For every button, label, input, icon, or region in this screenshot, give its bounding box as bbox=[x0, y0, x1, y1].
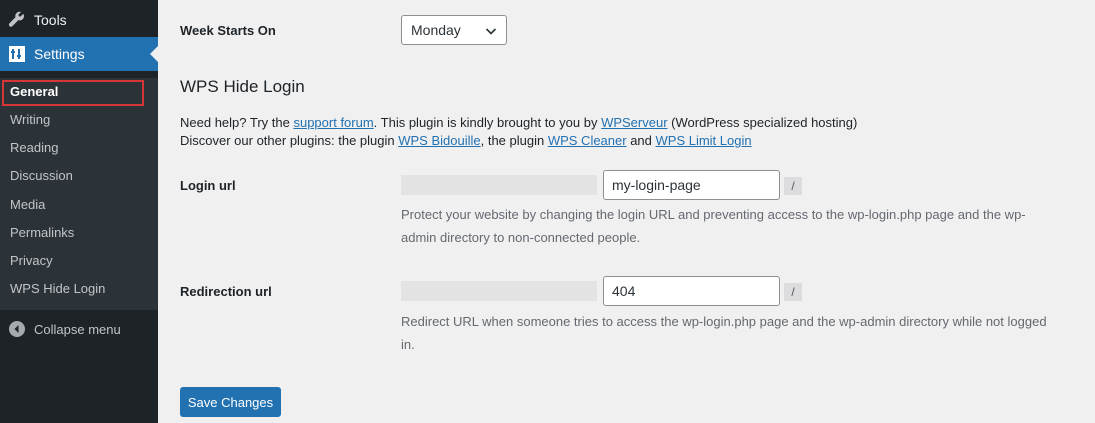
submenu-permalinks[interactable]: Permalinks bbox=[10, 223, 74, 243]
submenu-writing[interactable]: Writing bbox=[10, 110, 50, 130]
save-changes-button[interactable]: Save Changes bbox=[180, 387, 281, 417]
week-starts-label: Week Starts On bbox=[180, 23, 276, 38]
submenu-privacy[interactable]: Privacy bbox=[10, 251, 53, 271]
wrench-icon bbox=[0, 11, 34, 29]
menu-settings[interactable]: Settings bbox=[0, 37, 158, 71]
collapse-menu[interactable]: Collapse menu bbox=[0, 314, 158, 344]
support-forum-link[interactable]: support forum bbox=[293, 115, 373, 130]
wps-bidouille-link[interactable]: WPS Bidouille bbox=[398, 133, 480, 148]
redirect-url-suffix: / bbox=[784, 283, 802, 301]
settings-submenu: General Writing Reading Discussion Media… bbox=[0, 78, 158, 310]
week-starts-select[interactable]: Monday bbox=[401, 15, 507, 45]
redirect-url-input[interactable] bbox=[603, 276, 780, 306]
help-text: . This plugin is kindly brought to you b… bbox=[373, 115, 602, 130]
settings-sliders-icon bbox=[0, 46, 34, 62]
redirect-url-label: Redirection url bbox=[180, 284, 272, 299]
help-text: (WordPress specialized hosting) bbox=[667, 115, 858, 130]
menu-tools[interactable]: Tools bbox=[0, 3, 158, 37]
week-starts-value: Monday bbox=[411, 22, 461, 38]
collapse-menu-label: Collapse menu bbox=[34, 321, 121, 337]
login-url-input[interactable] bbox=[603, 170, 780, 200]
menu-tools-label: Tools bbox=[34, 12, 67, 28]
wps-limit-login-link[interactable]: WPS Limit Login bbox=[656, 133, 752, 148]
discover-text: , the plugin bbox=[480, 133, 548, 148]
wps-cleaner-link[interactable]: WPS Cleaner bbox=[548, 133, 627, 148]
submenu-media[interactable]: Media bbox=[10, 195, 45, 215]
plugin-help-text: Need help? Try the support forum. This p… bbox=[180, 114, 857, 150]
discover-text: and bbox=[626, 133, 656, 148]
wpserveur-link[interactable]: WPServeur bbox=[601, 115, 667, 130]
login-url-label: Login url bbox=[180, 178, 236, 193]
login-url-suffix: / bbox=[784, 177, 802, 195]
discover-text: Discover our other plugins: the plugin bbox=[180, 133, 399, 148]
chevron-down-icon bbox=[485, 24, 497, 40]
redirect-url-description: Redirect URL when someone tries to acces… bbox=[401, 314, 1047, 352]
help-text: Need help? Try the bbox=[180, 115, 294, 130]
login-url-description: Protect your website by changing the log… bbox=[401, 207, 1026, 245]
menu-settings-label: Settings bbox=[34, 46, 85, 62]
submenu-wps-hide-login[interactable]: WPS Hide Login bbox=[10, 279, 105, 299]
redirect-url-prefix bbox=[401, 281, 597, 301]
submenu-reading[interactable]: Reading bbox=[10, 138, 58, 158]
help-line-2: Discover our other plugins: the plugin W… bbox=[180, 132, 857, 150]
highlight-box bbox=[2, 80, 144, 106]
submenu-discussion[interactable]: Discussion bbox=[10, 166, 73, 186]
admin-sidebar: Tools Settings General Writing Reading D… bbox=[0, 0, 158, 423]
login-url-prefix bbox=[401, 175, 597, 195]
plugin-section-title: WPS Hide Login bbox=[180, 77, 305, 96]
help-line-1: Need help? Try the support forum. This p… bbox=[180, 114, 857, 132]
collapse-arrow-icon bbox=[0, 321, 34, 337]
